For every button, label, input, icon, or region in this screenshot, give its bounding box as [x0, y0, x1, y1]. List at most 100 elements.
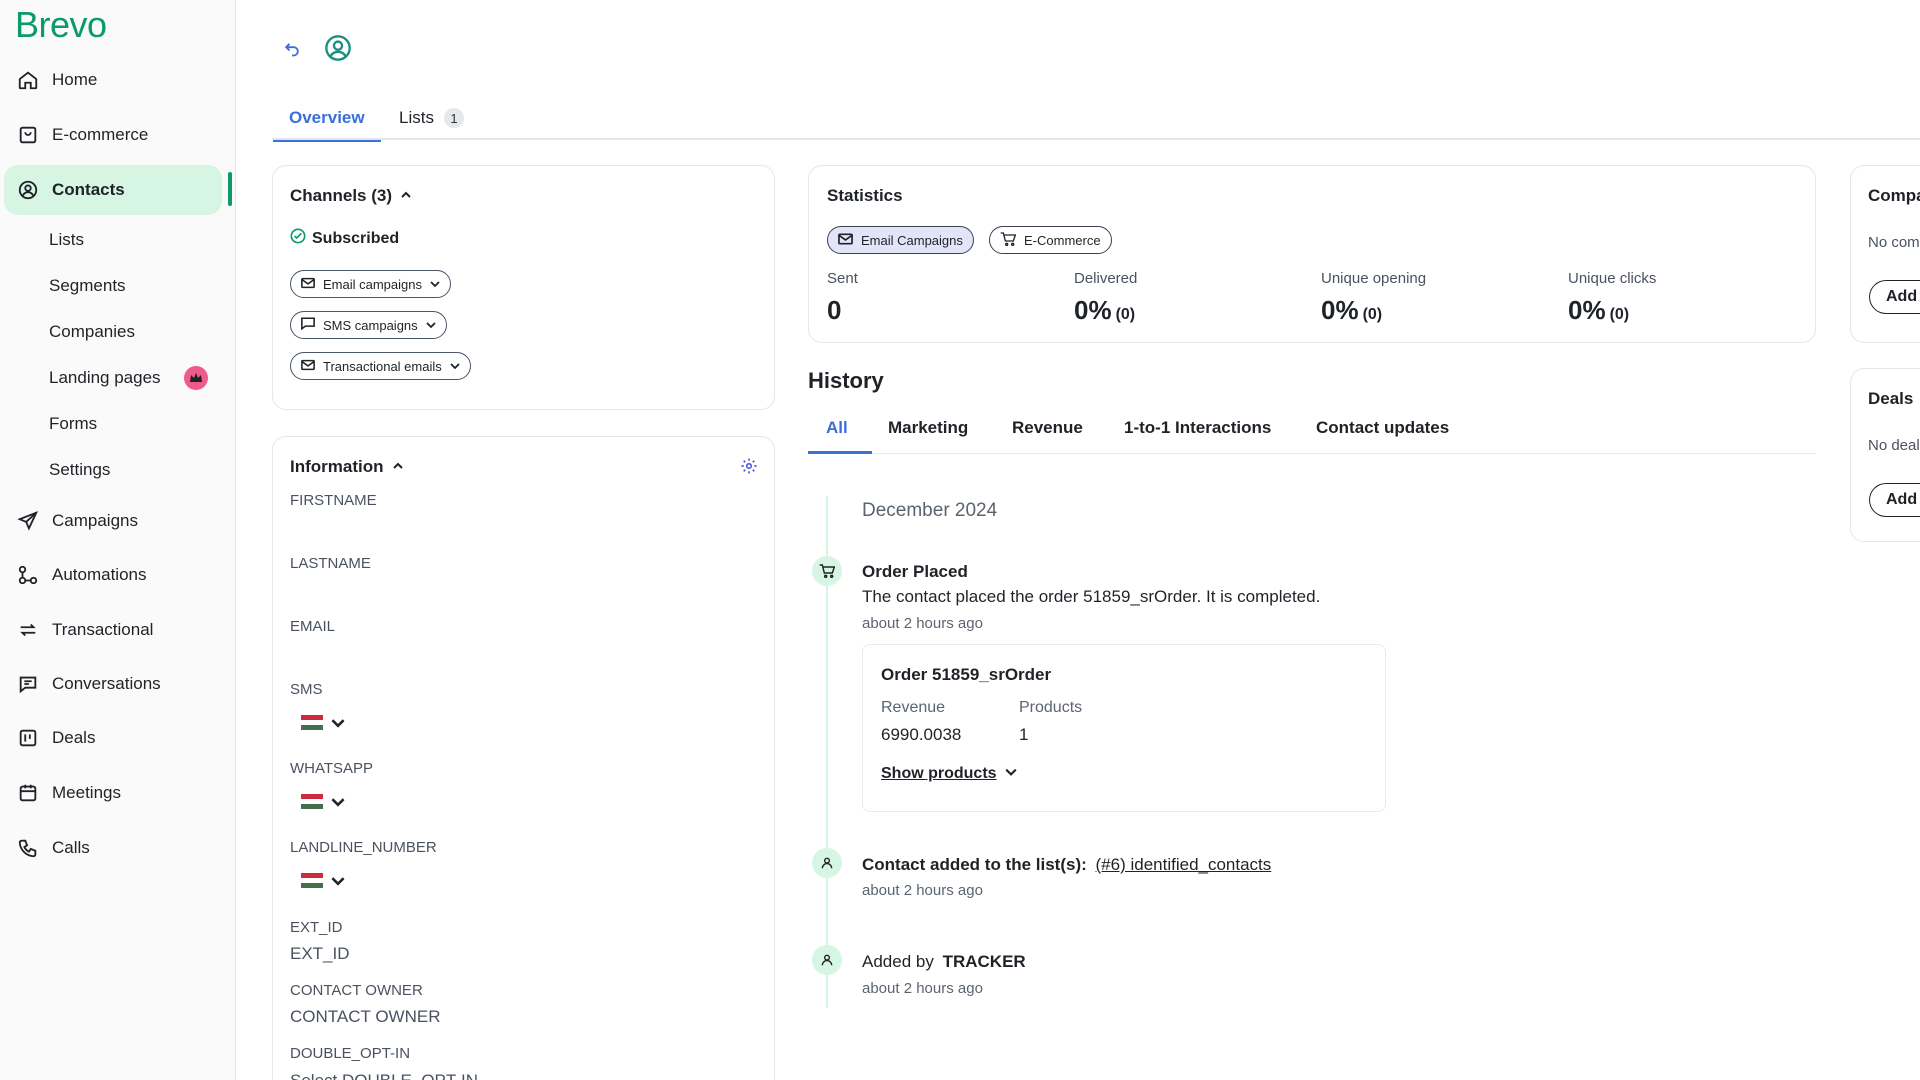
information-header[interactable]: Information [290, 457, 404, 477]
sidebar: Brevo Home E-commerce Contacts Lists Seg… [0, 0, 236, 1080]
sidebar-item-transactional[interactable]: Transactional [4, 605, 222, 655]
history-tab-revenue[interactable]: Revenue [1012, 404, 1083, 452]
deals-icon [16, 726, 40, 750]
stat-label: Sent [827, 270, 858, 287]
sidebar-item-home[interactable]: Home [4, 55, 222, 105]
show-products-link[interactable]: Show products [881, 765, 1017, 783]
sidebar-item-campaigns[interactable]: Campaigns [4, 496, 222, 546]
flag-icon[interactable] [301, 794, 323, 809]
tab-bar: Overview Lists 1 [272, 96, 1920, 142]
channels-title: Channels (3) [290, 186, 393, 205]
chevron-down-icon[interactable] [331, 874, 345, 888]
sidebar-sub-segments[interactable]: Segments [49, 276, 126, 296]
mail-icon [838, 232, 853, 248]
order-card-title: Order 51859_srOrder [881, 665, 1052, 684]
chevron-down-icon[interactable] [331, 716, 345, 730]
ecommerce-filter[interactable]: E-Commerce [989, 226, 1112, 254]
contact-avatar-icon[interactable] [324, 34, 352, 67]
sidebar-item-contacts[interactable]: Contacts [4, 165, 222, 215]
tab-lists[interactable]: Lists 1 [399, 96, 464, 140]
sidebar-sub-settings[interactable]: Settings [49, 460, 110, 480]
sidebar-sub-companies[interactable]: Companies [49, 322, 135, 342]
transactional-emails-pill[interactable]: Transactional emails [290, 352, 471, 380]
automation-icon [16, 563, 40, 587]
event-title: Order Placed [862, 562, 968, 581]
lastname-label: LASTNAME [290, 555, 371, 572]
calendar-icon [16, 781, 40, 805]
email-campaigns-pill[interactable]: Email campaigns [290, 270, 451, 298]
products-label: Products [1019, 699, 1083, 716]
settings-gear-icon[interactable] [740, 457, 758, 480]
ext-id-label: EXT_ID [290, 919, 343, 936]
add-deal-button[interactable]: Add c [1869, 483, 1920, 517]
check-circle-icon [290, 228, 306, 249]
stat-value: 0% (0) [1321, 295, 1383, 325]
sms-label: SMS [290, 681, 323, 698]
show-products-label: Show products [881, 765, 997, 782]
history-tab-all[interactable]: All [808, 404, 872, 454]
mail-icon [301, 277, 315, 292]
chevron-down-icon [1004, 765, 1017, 783]
phone-icon [16, 836, 40, 860]
flag-icon[interactable] [301, 715, 323, 730]
chevron-down-icon[interactable] [331, 795, 345, 809]
companies-card: Compa No com Add c [1850, 165, 1920, 343]
sidebar-item-deals[interactable]: Deals [4, 713, 222, 763]
history-tab-contact-updates[interactable]: Contact updates [1316, 404, 1449, 452]
shopping-bag-icon [16, 123, 40, 147]
sidebar-item-label: Contacts [52, 180, 125, 199]
channels-header[interactable]: Channels (3) [290, 186, 412, 206]
deals-title: Deals [1868, 389, 1914, 408]
contact-owner-input[interactable]: CONTACT OWNER [290, 1007, 440, 1027]
history-tab-interactions[interactable]: 1-to-1 Interactions [1124, 404, 1271, 452]
sidebar-sub-landing-pages[interactable]: Landing pages [49, 368, 161, 388]
statistics-title: Statistics [827, 186, 903, 205]
sms-campaigns-pill[interactable]: SMS campaigns [290, 311, 447, 339]
sidebar-item-label: Conversations [52, 674, 161, 693]
firstname-label: FIRSTNAME [290, 492, 377, 509]
event-prefix: Added by [862, 952, 934, 971]
email-campaigns-filter[interactable]: Email Campaigns [827, 226, 974, 254]
stat-value: 0 [827, 295, 842, 325]
chat-icon [16, 672, 40, 696]
add-company-button[interactable]: Add c [1869, 280, 1920, 314]
stat-label: Unique opening [1321, 270, 1427, 287]
double-opt-in-select[interactable]: Select DOUBLE_OPT-IN [290, 1071, 478, 1080]
sidebar-item-calls[interactable]: Calls [4, 823, 222, 873]
event-time: about 2 hours ago [862, 615, 983, 632]
ext-id-input[interactable]: EXT_ID [290, 944, 350, 964]
pill-label: Email campaigns [323, 276, 422, 292]
list-link[interactable]: (#6) identified_contacts [1096, 855, 1272, 874]
sidebar-item-ecommerce[interactable]: E-commerce [4, 110, 222, 160]
sidebar-sub-lists[interactable]: Lists [49, 230, 84, 250]
whatsapp-label: WHATSAPP [290, 760, 374, 777]
sidebar-item-label: Campaigns [52, 511, 138, 530]
flag-icon[interactable] [301, 873, 323, 888]
revenue-label: Revenue [881, 699, 946, 716]
deals-empty-text: No deal [1868, 437, 1920, 454]
information-card: Information FIRSTNAME LASTNAME EMAIL SMS… [272, 436, 775, 1080]
sidebar-item-automations[interactable]: Automations [4, 550, 222, 600]
sidebar-item-conversations[interactable]: Conversations [4, 659, 222, 709]
lists-count-badge: 1 [443, 108, 464, 128]
event-time: about 2 hours ago [862, 882, 983, 899]
stat-label: Unique clicks [1568, 270, 1657, 287]
stat-unique-clicks: Unique clicks 0% (0) [1568, 270, 1656, 326]
history-tab-marketing[interactable]: Marketing [888, 404, 968, 452]
back-icon[interactable] [282, 38, 302, 63]
stat-value: 0% (0) [1568, 295, 1630, 325]
mail-icon [301, 359, 315, 374]
tab-overview[interactable]: Overview [273, 96, 381, 142]
brand-logo[interactable]: Brevo [15, 4, 107, 46]
event-added-by: Added by TRACKER [862, 952, 1026, 972]
crown-icon [184, 366, 208, 390]
chevron-up-icon [392, 457, 404, 477]
event-prefix: Contact added to the list(s): [862, 855, 1087, 874]
stat-value: 0% (0) [1074, 295, 1136, 325]
sidebar-item-meetings[interactable]: Meetings [4, 768, 222, 818]
sidebar-sub-forms[interactable]: Forms [49, 414, 97, 434]
message-icon [301, 317, 315, 333]
companies-empty-text: No com [1868, 234, 1920, 251]
event-list-added: Contact added to the list(s): (#6) ident… [862, 855, 1271, 875]
event-time: about 2 hours ago [862, 980, 983, 997]
